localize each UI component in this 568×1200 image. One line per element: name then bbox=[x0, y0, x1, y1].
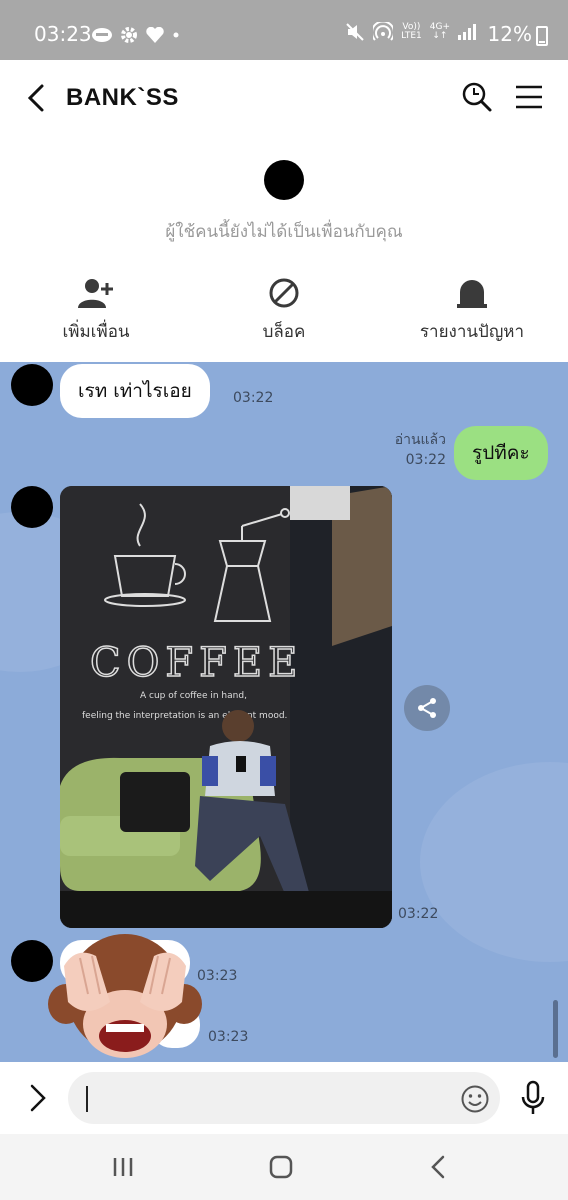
emoji-icon[interactable] bbox=[460, 1084, 490, 1114]
photo-wall-title: COFFEE bbox=[90, 640, 303, 686]
settings-icon bbox=[121, 27, 137, 43]
search-icon[interactable] bbox=[460, 80, 494, 114]
share-icon bbox=[418, 698, 436, 718]
outgoing-message[interactable]: รูปทีคะ bbox=[454, 426, 548, 480]
hotspot-icon bbox=[373, 22, 394, 41]
message-time: 03:23 bbox=[208, 1029, 249, 1045]
sender-avatar[interactable] bbox=[11, 364, 53, 406]
volte-badge: Vo)) LTE1 bbox=[401, 22, 422, 41]
read-status: อ่านแล้ว 03:22 bbox=[394, 432, 446, 468]
dot-icon bbox=[173, 32, 179, 38]
microphone-icon[interactable] bbox=[518, 1080, 548, 1116]
status-right-icons: Vo)) LTE1 4G+ ↓↑ bbox=[345, 22, 476, 42]
block-label: บล็อค bbox=[262, 322, 306, 342]
coffee-shop-photo: COFFEE A cup of coffee in hand, feeling … bbox=[60, 486, 392, 928]
system-navigation-bar bbox=[0, 1134, 568, 1200]
line-app-icon bbox=[92, 28, 112, 42]
message-input-bar bbox=[0, 1062, 568, 1134]
menu-icon[interactable] bbox=[514, 82, 544, 112]
report-icon bbox=[457, 280, 487, 308]
heart-icon bbox=[146, 27, 164, 43]
mute-icon bbox=[346, 23, 364, 41]
message-input[interactable] bbox=[68, 1072, 500, 1124]
background-cloud bbox=[420, 762, 568, 962]
status-bar: 03:23 Vo)) LTE1 4G+ ↓↑ 12% bbox=[0, 0, 568, 60]
photo-wall-line2: feeling the interpretation is an elegant… bbox=[82, 711, 287, 721]
report-button[interactable]: รายงานปัญหา bbox=[382, 276, 562, 345]
share-button[interactable] bbox=[404, 685, 450, 731]
battery-icon bbox=[536, 26, 548, 46]
message-time: 03:22 bbox=[398, 906, 439, 922]
status-time: 03:23 bbox=[34, 22, 92, 46]
chat-area[interactable]: เรท เท่าไรเอย 03:22 อ่านแล้ว 03:22 รูปที… bbox=[0, 362, 568, 1062]
add-friend-button[interactable]: เพิ่มเพื่อน bbox=[6, 276, 186, 345]
recent-apps-icon[interactable] bbox=[108, 1152, 138, 1182]
add-friend-icon bbox=[78, 279, 113, 308]
home-icon[interactable] bbox=[266, 1152, 296, 1182]
add-friend-label: เพิ่มเพื่อน bbox=[62, 322, 130, 342]
profile-avatar[interactable] bbox=[264, 160, 304, 200]
incoming-message[interactable]: เรท เท่าไรเอย bbox=[60, 364, 210, 418]
back-button[interactable] bbox=[20, 80, 56, 116]
message-time: 03:22 bbox=[233, 390, 274, 406]
status-left-icons bbox=[92, 26, 180, 44]
photo-message[interactable]: COFFEE A cup of coffee in hand, feeling … bbox=[60, 486, 392, 928]
chat-title: BANK`SS bbox=[66, 84, 179, 111]
monkey-covering-eyes-sticker[interactable] bbox=[46, 932, 204, 1062]
chat-header: BANK`SS bbox=[0, 60, 568, 136]
text-cursor bbox=[86, 1086, 88, 1112]
block-button[interactable]: บล็อค bbox=[194, 276, 374, 345]
not-friend-notice: ผู้ใช้คนนี้ยังไม่ได้เป็นเพื่อนกับคุณ bbox=[165, 222, 403, 242]
scrollbar[interactable] bbox=[553, 1000, 558, 1058]
battery-percent: 12% bbox=[487, 22, 532, 46]
report-label: รายงานปัญหา bbox=[419, 322, 525, 342]
sender-avatar[interactable] bbox=[11, 486, 53, 528]
photo-wall-line1: A cup of coffee in hand, bbox=[140, 691, 247, 701]
block-icon bbox=[269, 278, 299, 308]
signal-icon bbox=[458, 24, 476, 40]
back-nav-icon[interactable] bbox=[424, 1152, 454, 1182]
profile-section: ผู้ใช้คนนี้ยังไม่ได้เป็นเพื่อนกับคุณ เพิ… bbox=[0, 136, 568, 362]
expand-menu-icon[interactable] bbox=[24, 1082, 52, 1114]
data-badge: 4G+ ↓↑ bbox=[429, 22, 450, 41]
